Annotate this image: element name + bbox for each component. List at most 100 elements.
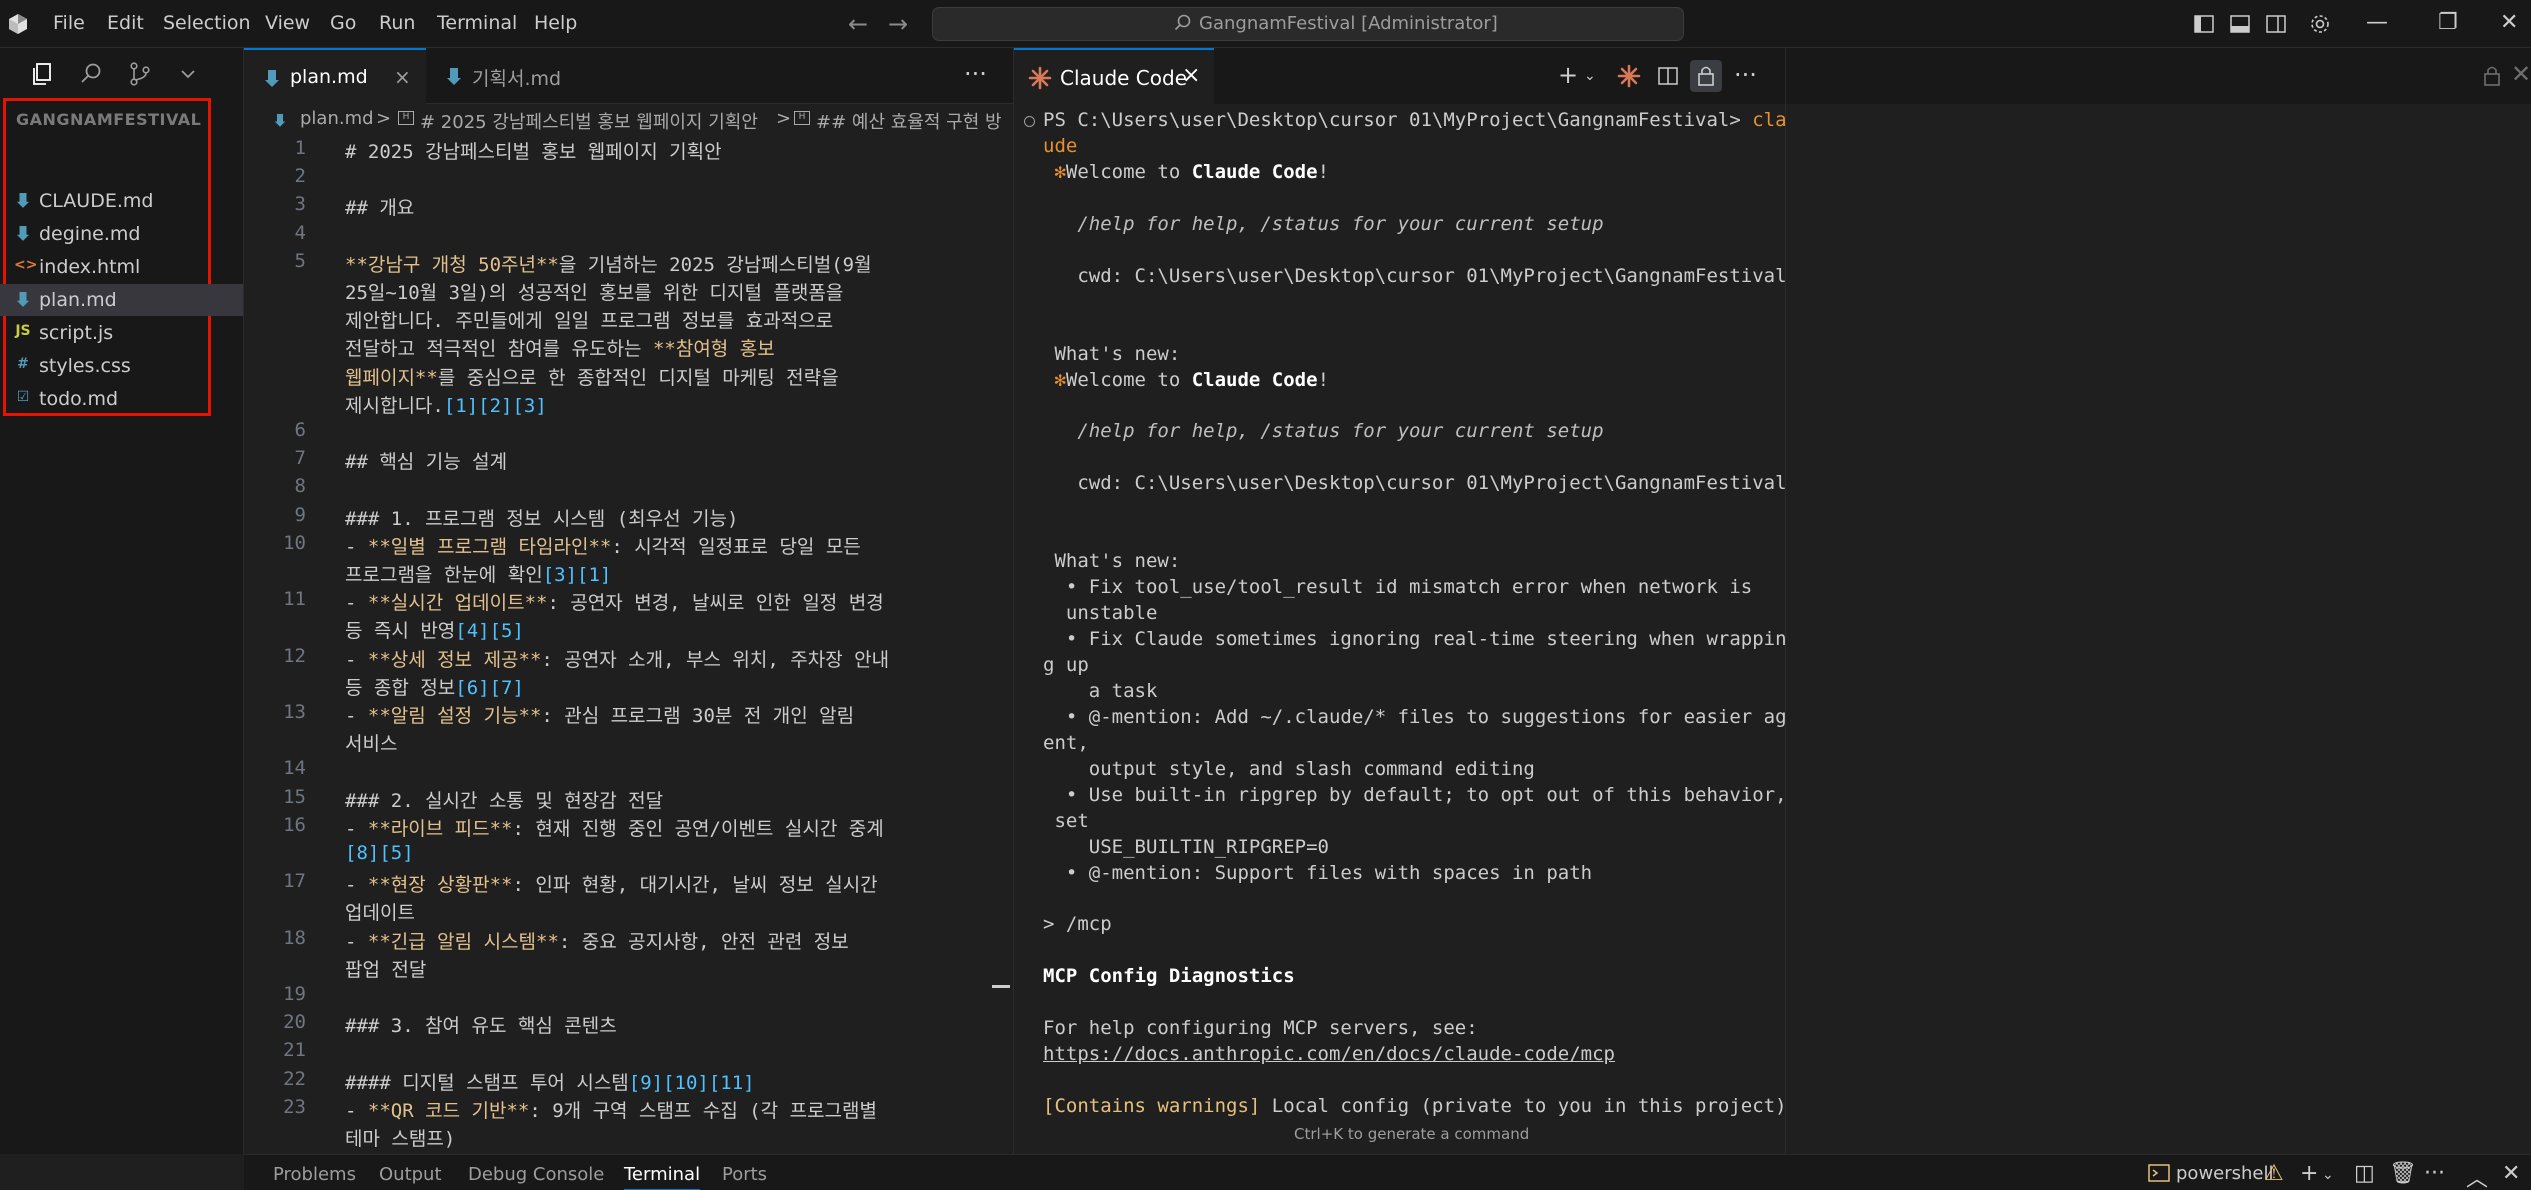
more-actions-icon[interactable]: ··· (1734, 61, 1757, 89)
breadcrumb-heading-1[interactable]: # 2025 강남페스티벌 홍보 웹페이지 기획안 (420, 108, 758, 134)
maximize-panel-icon[interactable]: ︿ (2466, 1161, 2488, 1190)
code-line: ### 3. 참여 유도 핵심 콘텐츠 (345, 1011, 617, 1038)
tab-claude-code[interactable]: Claude Code × (1014, 48, 1214, 104)
claude-logo-icon[interactable] (1617, 64, 1641, 88)
file-item[interactable]: ☑ todo.md (0, 383, 243, 415)
code-line: **강남구 개청 50주년**을 기념하는 2025 강남페스티벌(9월 (345, 250, 872, 277)
breadcrumb-file[interactable]: plan.md (300, 108, 374, 129)
file-item[interactable]: JS script.js (0, 317, 243, 349)
tab-ports[interactable]: Ports (722, 1164, 767, 1185)
files-icon[interactable] (28, 60, 56, 88)
code-line: 웹페이지**를 중심으로 한 종합적인 디지털 마케팅 전략을 (345, 363, 839, 390)
code-line: - **QR 코드 기반**: 9개 구역 스탬프 수집 (각 프로그램별 (345, 1096, 877, 1123)
menu-help[interactable]: Help (534, 12, 577, 34)
claude-terminal-output[interactable]: PS C:\Users\user\Desktop\cursor 01\MyPro… (1014, 104, 1786, 1154)
terminal-token: ! (1317, 161, 1330, 183)
lock-icon[interactable] (2476, 60, 2508, 92)
code-line: ### 2. 실시간 소통 및 현장감 전달 (345, 786, 663, 813)
close-icon[interactable]: × (1182, 63, 1200, 88)
line-number: 14 (283, 757, 306, 779)
trash-icon[interactable]: 🗑 (2389, 1161, 2417, 1186)
minimize-icon[interactable]: — (2366, 10, 2388, 35)
more-actions-icon[interactable]: ··· (2424, 1161, 2445, 1186)
command-center[interactable]: GangnamFestival [Administrator] (932, 7, 1684, 41)
tab-debug-console[interactable]: Debug Console (468, 1164, 604, 1185)
breadcrumb-heading-2[interactable]: ## 예산 효율적 구현 방 (816, 108, 1002, 134)
toggle-panel-icon[interactable] (2228, 12, 2252, 36)
code-line: #### 디지털 스탬프 투어 시스템[9][10][11] (345, 1068, 755, 1095)
code-line: ## 개요 (345, 193, 414, 220)
file-item[interactable]: <> index.html (0, 251, 243, 283)
file-item[interactable]: plan.md (0, 284, 243, 316)
menu-view[interactable]: View (265, 12, 310, 34)
tab-plan-md[interactable]: plan.md × (244, 48, 426, 104)
code-line: 등 즉시 반영[4][5] (345, 616, 524, 643)
tab-proposal-md[interactable]: 기획서.md (426, 48, 626, 104)
source-control-icon[interactable] (126, 60, 154, 88)
toggle-secondary-sidebar-icon[interactable] (2264, 12, 2288, 36)
forward-arrow-icon[interactable]: → (888, 10, 908, 38)
line-number: 5 (294, 250, 306, 272)
tab-output[interactable]: Output (379, 1164, 442, 1185)
code-line: 제안합니다. 주민들에게 일일 프로그램 정보를 효과적으로 (345, 306, 833, 333)
chevron-down-icon[interactable]: ⌄ (2322, 1167, 2334, 1183)
menu-terminal[interactable]: Terminal (437, 12, 517, 34)
file-name: styles.css (39, 355, 131, 377)
line-number: 1 (294, 137, 306, 159)
terminal-line: • Fix Claude sometimes ignoring real-tim… (1043, 628, 1786, 650)
breadcrumb: plan.md > H # 2025 강남페스티벌 홍보 웹페이지 기획안 > … (244, 104, 1013, 136)
code-token: : 인파 현황, 대기시간, 날씨 정보 실시간 (512, 874, 878, 896)
terminal-token: PS C:\Users\user\Desktop\cursor 01\MyPro… (1043, 109, 1753, 131)
file-item[interactable]: degine.md (0, 218, 243, 250)
code-token: [9][10][11] (628, 1072, 755, 1094)
search-icon[interactable] (78, 60, 106, 88)
file-item[interactable]: # styles.css (0, 350, 243, 382)
tab-problems[interactable]: Problems (273, 1164, 356, 1185)
close-panel-icon[interactable]: ✕ (2502, 1161, 2520, 1186)
explorer-folder-title[interactable]: GANGNAMFESTIVAL (16, 110, 201, 129)
terminal-line: For help configuring MCP servers, see: (1043, 1017, 1478, 1039)
code-token: - (345, 931, 368, 953)
menu-edit[interactable]: Edit (107, 12, 144, 34)
code-token: - (345, 818, 368, 840)
restore-icon[interactable]: ❐ (2438, 10, 2458, 35)
line-number: 17 (283, 870, 306, 892)
file-item[interactable]: CLAUDE.md (0, 185, 243, 217)
split-editor-icon[interactable] (1656, 64, 1680, 88)
terminal-line: [Contains warnings] Local config (privat… (1043, 1095, 1786, 1117)
code-editor[interactable]: 1 # 2025 강남페스티벌 홍보 웹페이지 기획안 2 3 ## 개요 4 5 **강남구… (244, 136, 1013, 1154)
code-line: - **실시간 업데이트**: 공연자 변경, 날씨로 인한 일정 변경 (345, 588, 884, 615)
more-actions-icon[interactable]: ··· (964, 60, 987, 88)
terminal-token: What's new: (1043, 550, 1181, 572)
code-token: - (345, 536, 368, 558)
split-terminal-icon[interactable]: ◫ (2354, 1161, 2375, 1186)
chevron-down-icon[interactable]: ⌄ (1584, 68, 1596, 84)
line-number: 19 (283, 983, 306, 1005)
docs-link[interactable]: https://docs.anthropic.com/en/docs/claud… (1043, 1043, 1615, 1065)
terminal-line: • @-mention: Support files with spaces i… (1043, 862, 1592, 884)
code-line: - **긴급 알림 시스템**: 중요 공지사항, 안전 관련 정보 (345, 927, 849, 954)
menu-run[interactable]: Run (379, 12, 415, 34)
menu-go[interactable]: Go (330, 12, 356, 34)
new-terminal-icon[interactable]: + (1558, 61, 1578, 89)
lock-icon[interactable] (1690, 60, 1722, 92)
code-token: **QR 코드 기반** (367, 1100, 530, 1122)
toggle-primary-sidebar-icon[interactable] (2192, 12, 2216, 36)
terminal-token: ent, (1043, 732, 1089, 754)
tab-terminal[interactable]: Terminal (624, 1164, 701, 1190)
terminal-token: • Fix Claude sometimes ignoring real-tim… (1043, 628, 1786, 650)
close-icon[interactable]: × (394, 65, 411, 89)
menu-selection[interactable]: Selection (163, 12, 251, 34)
gear-icon[interactable] (2308, 12, 2332, 36)
code-token: 제안합니다. 주민들에게 일일 프로그램 정보를 효과적으로 (345, 310, 834, 332)
shell-name[interactable]: powershell (2176, 1163, 2274, 1184)
back-arrow-icon[interactable]: ← (848, 10, 868, 38)
new-terminal-icon[interactable]: + (2300, 1161, 2318, 1186)
line-number: 9 (294, 504, 306, 526)
menu-file[interactable]: File (53, 12, 85, 34)
chevron-down-icon[interactable] (174, 60, 202, 88)
terminal-line: ent, (1043, 732, 1089, 754)
close-icon[interactable]: ✕ (2511, 60, 2531, 88)
warning-icon[interactable]: ⚠ (2264, 1161, 2284, 1186)
close-window-icon[interactable]: ✕ (2500, 10, 2518, 35)
